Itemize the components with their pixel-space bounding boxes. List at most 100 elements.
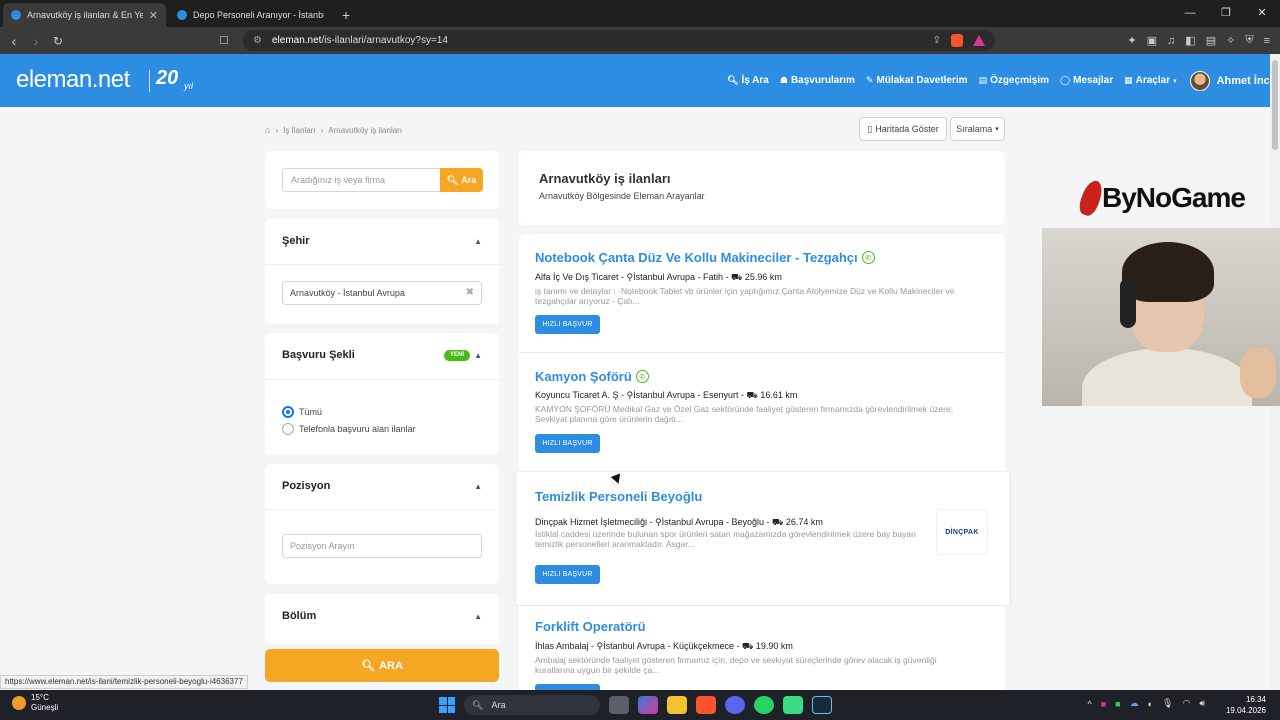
- system-tray: ^ ■ ■ ☁ ◐ 🎙︎ ◠ 🔊︎: [1087, 698, 1205, 709]
- job-card[interactable]: Forklift Operatörü İhlas Ambalaj - ⚲İsta…: [519, 606, 1005, 690]
- company-name[interactable]: Koyuncu Ticaret A. Ş: [535, 390, 619, 400]
- steam-icon[interactable]: [812, 696, 832, 714]
- puzzle-icon[interactable]: ✦: [1127, 34, 1136, 47]
- job-title[interactable]: Forklift Operatörü: [535, 619, 646, 634]
- breadcrumb-is-ilanlari[interactable]: İş İlanları: [283, 126, 315, 135]
- search-input[interactable]: Aradığınız iş veya firma: [282, 168, 440, 192]
- city-filter-title[interactable]: Şehir: [282, 235, 310, 247]
- task-view-icon[interactable]: [609, 696, 629, 714]
- windows-start-icon[interactable]: [439, 697, 455, 713]
- search-button[interactable]: 🔍︎ Ara: [440, 168, 483, 192]
- scrollbar-thumb[interactable]: [1272, 60, 1278, 150]
- job-description: Ambalaj sektöründe faaliyet gösteren fir…: [535, 655, 937, 675]
- nav-ozgecmisim[interactable]: ▤ Özgeçmişim: [979, 75, 1049, 86]
- nav-is-ara[interactable]: 🔍︎ İş Ara: [727, 75, 769, 86]
- quick-apply-button[interactable]: HIZLI BAŞVUR: [535, 315, 600, 334]
- nav-araclar[interactable]: ▦ Araçlar ▾: [1124, 75, 1177, 86]
- brave-rewards-icon[interactable]: [973, 35, 985, 46]
- company-logo[interactable]: DİNÇPAK: [936, 509, 988, 555]
- file-explorer-icon[interactable]: [667, 696, 687, 714]
- radio-phone[interactable]: Telefonla başvuru alan ilanlar: [282, 423, 416, 435]
- sidebar-icon[interactable]: ◧: [1185, 34, 1195, 47]
- logo-divider: [149, 70, 150, 92]
- chevron-up-icon[interactable]: ^: [1087, 699, 1091, 709]
- wifi-icon[interactable]: ◠: [1182, 698, 1190, 709]
- position-search-input[interactable]: Pozisyon Arayın: [282, 534, 482, 558]
- close-window-icon[interactable]: ✕: [1244, 0, 1280, 27]
- copilot-icon[interactable]: [638, 696, 658, 714]
- nav-mulakat-davetlerim[interactable]: ✎ Mülakat Davetlerim: [866, 75, 968, 86]
- radio-unselected[interactable]: [282, 423, 294, 435]
- headphones-icon: [1120, 278, 1136, 328]
- close-icon[interactable]: ✕: [149, 9, 158, 22]
- screenshot-icon[interactable]: ▣: [1147, 34, 1157, 47]
- tray-app-icon[interactable]: ■: [1115, 699, 1120, 709]
- share-icon[interactable]: ⇪: [933, 35, 941, 46]
- radio-all[interactable]: Tümü: [282, 406, 322, 418]
- wallet-icon[interactable]: ▤: [1206, 34, 1216, 47]
- eleman-logo[interactable]: eleman.net: [16, 66, 130, 94]
- job-title[interactable]: Notebook Çanta Düz Ve Kollu Makineciler …: [535, 250, 875, 265]
- apply-method-title[interactable]: Başvuru Şekli: [282, 349, 355, 361]
- home-icon[interactable]: ⌂: [265, 125, 270, 135]
- edit-icon: ✎: [865, 75, 874, 85]
- minimize-icon[interactable]: —: [1172, 0, 1208, 27]
- forward-icon[interactable]: ›: [25, 33, 47, 49]
- tray-app-icon[interactable]: ◐: [1148, 699, 1153, 709]
- chevron-up-icon[interactable]: ▲: [474, 612, 482, 621]
- reload-icon[interactable]: ↻: [47, 34, 69, 48]
- radio-selected[interactable]: [282, 406, 294, 418]
- new-tab-button[interactable]: +: [342, 7, 350, 27]
- filter-search-button[interactable]: 🔍︎ ARA: [265, 649, 499, 682]
- city-field[interactable]: Arnavutköy - İstanbul Avrupa ✖: [282, 281, 482, 305]
- job-title[interactable]: Kamyon Şoförü ✆: [535, 369, 649, 384]
- nav-mesajlar[interactable]: ◯ Mesajlar: [1060, 75, 1113, 86]
- brave-icon[interactable]: [696, 696, 716, 714]
- briefcase-icon: ☗: [779, 75, 788, 85]
- bookmark-icon[interactable]: ☐: [219, 34, 229, 47]
- browser-toolbar: ‹ › ↻ ☐ ⚙ eleman.net/is-ilanlari/arnavut…: [0, 27, 1280, 54]
- tab-depo-personeli[interactable]: Depo Personeli Aranıyor - İstanbul A: [169, 3, 332, 27]
- sort-button[interactable]: Sıralama ▾: [950, 117, 1005, 141]
- back-icon[interactable]: ‹: [3, 33, 25, 49]
- user-menu[interactable]: Ahmet İnci: [1189, 70, 1273, 91]
- menu-icon[interactable]: ≡: [1264, 35, 1270, 47]
- taskbar-search[interactable]: 🔍︎ Ara: [464, 695, 600, 715]
- chevron-up-icon[interactable]: ▲: [474, 482, 482, 491]
- job-card-hovered[interactable]: Temizlik Personeli Beyoğlu Dinçpak Hizme…: [516, 472, 1009, 605]
- restore-icon[interactable]: ❐: [1208, 0, 1244, 27]
- app-icon[interactable]: [783, 696, 803, 714]
- tray-app-icon[interactable]: ☁: [1130, 698, 1139, 709]
- chevron-up-icon[interactable]: ▲: [474, 351, 482, 360]
- job-card[interactable]: Kamyon Şoförü ✆ Koyuncu Ticaret A. Ş - ⚲İ…: [519, 353, 1005, 471]
- whatsapp-icon[interactable]: [754, 696, 774, 714]
- tools-icon: ▦: [1124, 75, 1133, 85]
- section-filter-title[interactable]: Bölüm: [282, 610, 316, 622]
- job-title[interactable]: Temizlik Personeli Beyoğlu: [535, 489, 702, 504]
- leo-ai-icon[interactable]: ✧: [1226, 34, 1235, 47]
- discord-icon[interactable]: [725, 696, 745, 714]
- position-filter-title[interactable]: Pozisyon: [282, 480, 330, 492]
- music-icon[interactable]: ♫: [1167, 35, 1175, 47]
- tray-app-icon[interactable]: ■: [1101, 699, 1106, 709]
- company-name[interactable]: İhlas Ambalaj: [535, 641, 589, 651]
- vpn-icon[interactable]: ⛨: [1245, 34, 1253, 47]
- company-name[interactable]: Alfa İç Ve Dış Ticaret: [535, 272, 619, 282]
- job-card[interactable]: Notebook Çanta Düz Ve Kollu Makineciler …: [519, 234, 1005, 352]
- quick-apply-button[interactable]: HIZLI BAŞVUR: [535, 434, 600, 453]
- weather-widget[interactable]: 15°C Güneşli: [12, 693, 58, 713]
- quick-apply-button[interactable]: HIZLI BAŞVUR: [535, 565, 600, 584]
- volume-icon[interactable]: 🔊︎: [1199, 698, 1205, 709]
- bynogame-logo: ByNoGame: [1076, 178, 1246, 218]
- clear-icon[interactable]: ✖: [466, 282, 474, 304]
- taskbar-clock[interactable]: 16:34 19.04.2026: [1226, 694, 1266, 716]
- site-settings-icon[interactable]: ⚙: [253, 35, 262, 46]
- tab-arnavutkoy[interactable]: Arnavutköy iş ilanları & En Yeni A ✕: [3, 3, 166, 27]
- company-name[interactable]: Dinçpak Hizmet İşletmeciliği: [535, 517, 647, 527]
- nav-basvurularim[interactable]: ☗ Başvurularım: [780, 75, 855, 86]
- map-button[interactable]: ▯ Haritada Göster: [859, 117, 947, 141]
- chevron-up-icon[interactable]: ▲: [474, 237, 482, 246]
- brave-shields-icon[interactable]: [951, 34, 963, 47]
- address-bar[interactable]: ☐ ⚙ eleman.net/is-ilanlari/arnavutkoy?sy…: [219, 30, 995, 51]
- microphone-icon[interactable]: 🎙︎: [1162, 698, 1173, 709]
